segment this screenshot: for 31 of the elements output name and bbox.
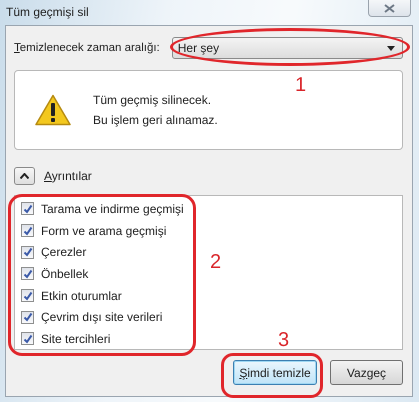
- checkbox-label: Form ve arama geçmişi: [41, 224, 166, 238]
- checkbox[interactable]: [21, 246, 34, 259]
- message-text: Tüm geçmiş silinecek.: [93, 93, 212, 107]
- checkbox[interactable]: [21, 332, 34, 346]
- checkbox[interactable]: [21, 310, 34, 324]
- checkbox-label: Önbellek: [41, 266, 88, 281]
- caret-icon: [20, 173, 29, 179]
- checkbox-label: Tarama ve indirme geçmişi: [41, 202, 184, 216]
- clear-now-button[interactable]: Şimdi temizle: [233, 360, 317, 385]
- annotation-number: 1: [295, 75, 306, 95]
- checkbox-label: Etkin oturumlar: [41, 288, 122, 303]
- message-text: Bu işlem geri alınamaz.: [93, 113, 218, 127]
- time-range-dropdown[interactable]: Her şey: [172, 37, 403, 59]
- close-icon: [384, 4, 395, 12]
- details-label: Ayrıntılar: [44, 169, 92, 183]
- warning-icon: [35, 94, 71, 126]
- annotation-number: 2: [210, 252, 222, 272]
- checkbox[interactable]: [21, 224, 34, 238]
- window-title: Tüm geçmişi sil: [6, 4, 89, 21]
- details-toggle-button[interactable]: [14, 167, 35, 185]
- checkbox-label: Site tercihleri: [41, 332, 110, 346]
- checkbox[interactable]: [21, 289, 34, 302]
- checkbox[interactable]: [21, 202, 34, 216]
- close-button[interactable]: [368, 0, 411, 17]
- checkbox[interactable]: [21, 267, 34, 280]
- time-range-label: Temizlenecek zaman aralığı:: [14, 42, 160, 54]
- checkbox-label: Çerezler: [41, 245, 86, 260]
- annotation-number: 3: [278, 330, 290, 350]
- cancel-button[interactable]: Vazgeç: [330, 360, 403, 385]
- checkbox-label: Çevrim dışı site verileri: [41, 310, 162, 324]
- dropdown-arrow-icon: [387, 46, 395, 50]
